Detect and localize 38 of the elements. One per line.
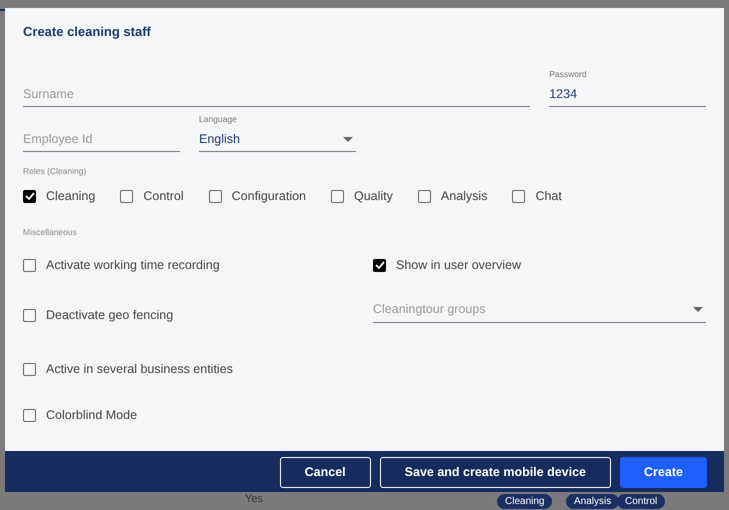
checkbox[interactable] [208, 190, 222, 203]
section-label: Miscellaneous [23, 226, 77, 237]
role-tag: Analysis [566, 494, 620, 509]
dialog-button[interactable]: Cancel [280, 457, 371, 488]
checkbox-label: Colorblind Mode [46, 406, 138, 424]
dropdown-caret-icon [343, 136, 353, 142]
checkbox-label: Active in several business entities [46, 360, 233, 378]
checkbox[interactable] [23, 362, 36, 376]
section-label: Roles (Cleaning) [23, 166, 86, 176]
checkbox[interactable] [331, 190, 344, 203]
dialog-title: Create cleaning staff [23, 23, 152, 41]
checkbox-label: Configuration [232, 188, 306, 205]
checkbox[interactable] [23, 308, 36, 322]
checkbox-label: Control [143, 188, 184, 205]
checkbox-label: Deactivate geo fencing [46, 306, 174, 324]
checkbox-label: Activate working time recording [46, 256, 220, 274]
select-field[interactable]: English [199, 127, 356, 152]
checkbox[interactable] [120, 190, 134, 203]
checkbox[interactable] [373, 258, 386, 272]
field-label: Language [199, 114, 237, 124]
checkbox-label: Cleaning [46, 188, 96, 205]
input-field[interactable]: 1234 [549, 82, 706, 107]
dialog-button[interactable]: Save and create mobile device [380, 457, 611, 488]
table-cell: Yes [245, 493, 263, 506]
checkbox-label: Show in user overview [396, 256, 522, 274]
checkbox[interactable] [23, 408, 36, 422]
dialog-button[interactable]: Create [620, 457, 707, 488]
field-label: Password [549, 69, 587, 79]
checkbox[interactable] [23, 190, 36, 203]
role-tag: Control [617, 494, 666, 509]
checkbox[interactable] [512, 190, 526, 203]
checkbox-label: Quality [354, 188, 393, 205]
checkbox[interactable] [418, 190, 431, 203]
role-tag: Cleaning [497, 494, 552, 509]
checkbox[interactable] [23, 258, 36, 272]
checkbox-label: Chat [535, 188, 562, 205]
dropdown-caret-icon [693, 307, 703, 312]
checkbox-label: Analysis [440, 188, 488, 205]
